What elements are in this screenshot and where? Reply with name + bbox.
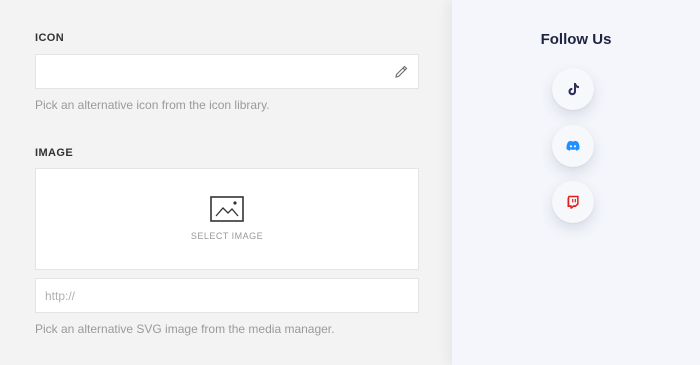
- tiktok-icon: [568, 83, 579, 96]
- image-section-label: IMAGE: [35, 147, 74, 159]
- icon-section-label: ICON: [35, 32, 65, 44]
- icon-picker-field[interactable]: [35, 54, 419, 89]
- preview-panel: Follow Us: [452, 0, 700, 365]
- social-button-twitch[interactable]: [552, 181, 594, 223]
- follow-us-heading: Follow Us: [540, 31, 612, 48]
- social-button-discord[interactable]: [552, 125, 594, 167]
- settings-panel: ICON Pick an alternative icon from the i…: [0, 0, 452, 365]
- discord-icon: [566, 140, 580, 151]
- select-image-label: SELECT IMAGE: [190, 231, 264, 241]
- social-button-tiktok[interactable]: [552, 68, 594, 110]
- image-url-input[interactable]: [35, 278, 419, 313]
- pencil-icon[interactable]: [393, 64, 409, 80]
- image-icon: [210, 196, 244, 222]
- twitch-icon: [567, 195, 579, 209]
- select-image-dropzone[interactable]: SELECT IMAGE: [35, 168, 419, 270]
- icon-help-text: Pick an alternative icon from the icon l…: [35, 98, 270, 112]
- image-help-text: Pick an alternative SVG image from the m…: [35, 322, 335, 336]
